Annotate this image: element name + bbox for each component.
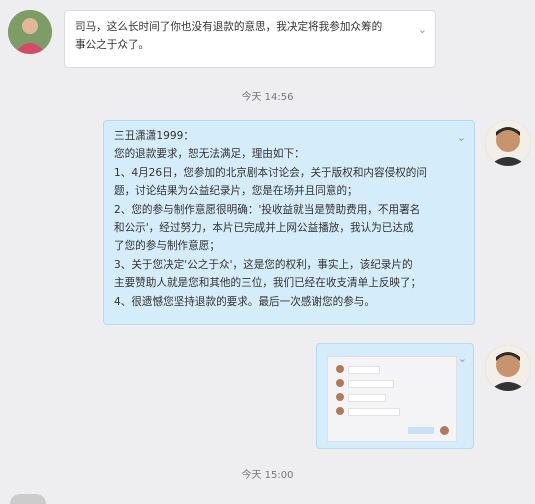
reply-line: 和公示'，经过努力，本片已完成并上网公益播放，我认为已达成 (114, 222, 414, 235)
reply-line: 2、您的参与制作意愿很明确：'投收益就当是赞助费用，不用署名 (114, 203, 421, 216)
outgoing-message-bubble[interactable]: 三丑潇潇1999： 您的退款要求，恕无法满足，理由如下： 1、4月26日，您参加… (103, 120, 475, 325)
my-avatar[interactable] (485, 120, 531, 166)
avatar (10, 494, 46, 504)
timestamp: 今天 15:00 (241, 470, 294, 481)
screenshot-thumbnail[interactable] (327, 356, 457, 442)
chevron-down-icon[interactable]: ⌄ (418, 21, 427, 39)
reply-line: 4、很遗憾您坚持退款的要求。最后一次感谢您的参与。 (114, 295, 375, 308)
sender-avatar[interactable] (8, 10, 52, 54)
timestamp: 今天 14:56 (241, 92, 294, 103)
message-line: 司马，这么长时间了你也没有退款的意思，我决定将我参加众筹的 (75, 21, 383, 33)
incoming-message-bubble[interactable]: 司马，这么长时间了你也没有退款的意思，我决定将我参加众筹的 事公之于众了。 ⌄ (64, 10, 436, 68)
chevron-down-icon[interactable]: ⌄ (458, 350, 467, 368)
reply-line: 了您的参与制作意愿； (114, 240, 220, 253)
reply-line: 题，讨论结果为公益纪录片，您是在场并且同意的； (114, 185, 358, 198)
reply-line: 您的退款要求，恕无法满足，理由如下： (114, 148, 305, 161)
reply-line: 1、4月26日，您参加的北京剧本讨论会，关于版权和内容侵权的问 (114, 166, 427, 179)
reply-line: 3、关于您决定'公之于众'，这是您的权利，事实上，该纪录片的 (114, 258, 413, 271)
reply-line: 三丑潇潇1999： (114, 130, 194, 142)
message-line: 事公之于众了。 (75, 39, 150, 52)
reply-line: 主要赞助人就是您和其他的三位，我们已经在收支清单上反映了； (114, 277, 422, 290)
my-avatar[interactable] (485, 345, 531, 391)
chevron-down-icon[interactable]: ⌄ (457, 129, 466, 147)
image-message-bubble[interactable]: ⌄ (316, 343, 474, 449)
